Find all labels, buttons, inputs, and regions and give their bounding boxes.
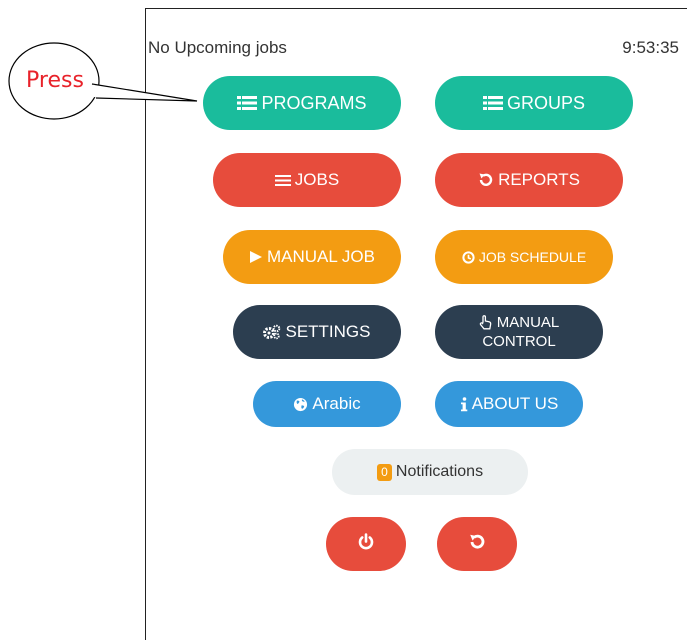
manual-job-button-label: MANUAL JOB xyxy=(266,247,375,266)
notifications-button-label: Notifications xyxy=(395,463,484,480)
play-icon xyxy=(249,250,263,264)
list-icon xyxy=(237,95,258,111)
upcoming-jobs-status: No Upcoming jobs xyxy=(148,38,287,57)
about-us-button[interactable]: ABOUT US xyxy=(435,381,583,427)
notifications-button[interactable]: 0 Notifications xyxy=(332,449,528,495)
device-screen: No Upcoming jobs 9:53:35 PROGRAMS GROUPS… xyxy=(145,8,687,640)
jobs-button-label: JOBS xyxy=(294,170,340,189)
settings-button[interactable]: SETTINGS xyxy=(233,305,401,359)
job-schedule-button[interactable]: JOB SCHEDULE xyxy=(435,230,613,284)
reports-button[interactable]: REPORTS xyxy=(435,153,623,207)
reports-button-label: REPORTS xyxy=(498,170,580,189)
groups-button-label: GROUPS xyxy=(506,92,585,113)
globe-icon xyxy=(293,397,308,412)
gears-icon xyxy=(263,324,281,340)
groups-button[interactable]: GROUPS xyxy=(435,76,633,130)
settings-button-label: SETTINGS xyxy=(285,322,371,341)
programs-button-label: PROGRAMS xyxy=(261,92,367,113)
manual-job-button[interactable]: MANUAL JOB xyxy=(223,230,401,284)
app-stage: No Upcoming jobs 9:53:35 PROGRAMS GROUPS… xyxy=(0,0,687,640)
job-schedule-button-label: JOB SCHEDULE xyxy=(478,249,587,265)
arabic-button-label: Arabic xyxy=(312,394,361,413)
programs-button[interactable]: PROGRAMS xyxy=(203,76,401,130)
list-icon xyxy=(482,95,503,111)
history-icon xyxy=(478,172,494,188)
restart-button[interactable] xyxy=(437,517,517,571)
manual-control-label-line1: MANUAL xyxy=(496,314,560,331)
list-icon xyxy=(274,174,291,187)
clock-icon xyxy=(462,250,475,264)
press-callout-label: Press xyxy=(26,68,84,93)
power-icon xyxy=(357,532,375,556)
power-off-button[interactable] xyxy=(326,517,406,571)
manual-control-button[interactable]: MANUAL CONTROL xyxy=(435,305,603,359)
hand-pointer-icon xyxy=(479,315,493,330)
manual-control-label-line2: CONTROL xyxy=(482,333,556,350)
clock-time: 9:53:35 xyxy=(622,38,679,57)
jobs-button[interactable]: JOBS xyxy=(213,153,401,207)
info-icon xyxy=(460,396,468,412)
notifications-count-badge: 0 xyxy=(376,463,392,481)
restart-icon xyxy=(468,533,486,556)
language-arabic-button[interactable]: Arabic xyxy=(253,381,401,427)
manual-control-line1: MANUAL xyxy=(479,313,560,332)
about-us-button-label: ABOUT US xyxy=(471,394,559,413)
